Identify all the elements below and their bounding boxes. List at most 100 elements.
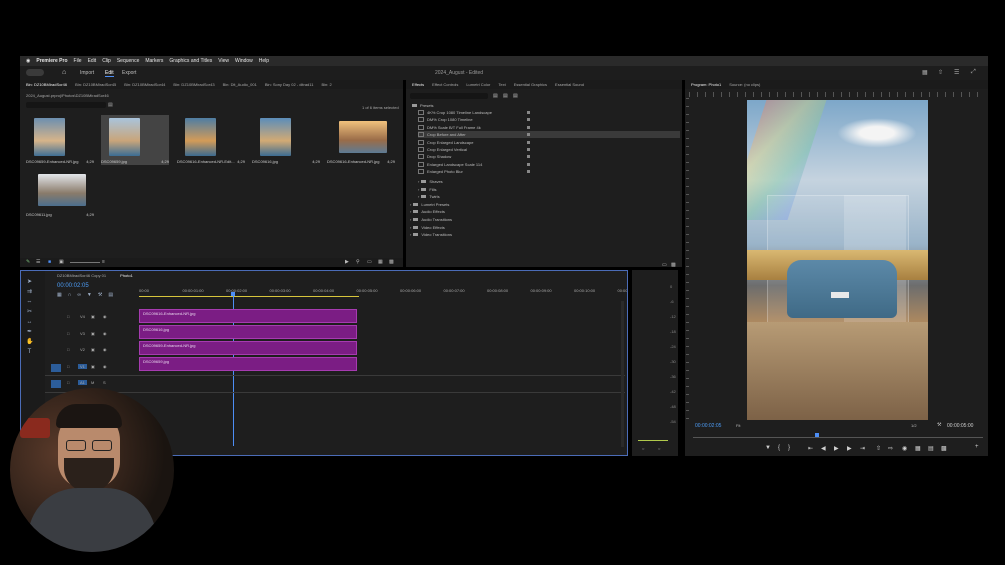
tab-effect-controls[interactable]: Effect Controls — [432, 82, 458, 87]
effects-folder[interactable]: › Audio Effects — [410, 208, 445, 215]
lift-icon[interactable]: ⇧ — [876, 445, 881, 452]
work-area-bar[interactable] — [139, 296, 359, 297]
effects-folder[interactable]: › Twirls — [418, 193, 440, 200]
step-forward-icon[interactable]: ▶ — [847, 445, 852, 452]
preset-item[interactable]: Crop Enlarged Landscape — [418, 139, 680, 146]
share-icon[interactable]: ⇧ — [938, 69, 943, 76]
tab-bin-43[interactable]: Bin: DZ10BMiradSor43 — [173, 82, 214, 87]
effects-folder[interactable]: › Video Effects — [410, 224, 445, 231]
pen-icon[interactable]: ✒ — [26, 329, 33, 336]
settings-wrench-icon[interactable]: ⚒ — [937, 422, 941, 428]
tab-bin-2[interactable]: Bin: 2 — [321, 82, 331, 87]
preset-item[interactable]: Crop Enlarged Vertical — [418, 146, 680, 153]
export-button[interactable]: Export — [122, 70, 136, 76]
project-item-selected[interactable]: DSC09659.jpg 4;29 — [101, 115, 169, 165]
tab-bin-audio[interactable]: Bin: Dlt_Audio_001 — [223, 82, 257, 87]
menu-edit[interactable]: Edit — [88, 58, 97, 64]
selection-tool-icon[interactable]: ➤ — [26, 279, 33, 286]
tab-program[interactable]: Program: Photo1 — [691, 82, 721, 87]
go-to-out-icon[interactable]: ⇥ — [860, 445, 865, 452]
program-playhead[interactable] — [815, 433, 819, 437]
comparison-view-icon[interactable]: ▦ — [915, 445, 921, 452]
preset-item[interactable]: 4K% Crop 1080 Timeline Landscape — [418, 109, 680, 116]
icon-view-icon[interactable]: ■ — [48, 259, 51, 265]
yuv-icon[interactable]: ▤ — [513, 93, 518, 99]
clip-v4[interactable]: DSC09616-Enhanced-NR.jpg — [139, 309, 357, 323]
project-search-input[interactable] — [26, 102, 106, 108]
preset-item[interactable]: Enlarged Photo Blur — [418, 168, 680, 175]
effects-trash-icon[interactable]: ▩ — [671, 262, 676, 267]
program-scrubber[interactable] — [693, 437, 983, 438]
add-marker-icon[interactable]: ▼ — [765, 445, 771, 451]
program-video-frame[interactable] — [747, 100, 928, 420]
tab-source[interactable]: Source: (no clips) — [729, 82, 760, 87]
sort-icon[interactable]: ≡ — [102, 259, 105, 265]
preset-item[interactable]: DM% Crop 1080 Timeline — [418, 116, 680, 123]
effects-folder[interactable]: › Audio Transitions — [410, 216, 452, 223]
preset-item[interactable]: Crop Before and After — [418, 131, 680, 139]
track-header[interactable]: □ V2 ▣ ◉ — [51, 344, 135, 358]
preset-item[interactable]: DM% Scale B/T Full Frame 4k — [418, 124, 680, 131]
solo-right-icon[interactable]: ○ — [658, 446, 660, 451]
menu-clip[interactable]: Clip — [102, 58, 111, 64]
export-frame-icon[interactable]: ◉ — [902, 445, 907, 452]
clip-v1[interactable]: DSC09659.jpg — [139, 357, 357, 371]
project-item[interactable]: DSC09616.jpg 4;29 — [252, 115, 320, 165]
apple-icon[interactable]: ◉ — [26, 58, 30, 64]
menu-window[interactable]: Window — [235, 58, 253, 64]
resolution-dropdown[interactable]: 1/2 — [911, 423, 917, 428]
edit-button[interactable]: Edit — [105, 70, 114, 77]
accelerated-icon[interactable]: ▤ — [493, 93, 498, 99]
freeform-view-icon[interactable]: ▣ — [59, 259, 64, 265]
timeline-scrollbar[interactable] — [621, 301, 624, 447]
clip-v3[interactable]: DSC09616.jpg — [139, 325, 357, 339]
captions-icon[interactable]: ▤ — [108, 292, 113, 298]
extract-icon[interactable]: ⇨ — [888, 445, 893, 452]
slip-icon[interactable]: ↔ — [26, 319, 33, 326]
project-item[interactable]: DSC09659-Enhanced-NR.jpg 4;29 — [26, 115, 94, 165]
fullscreen-icon[interactable]: ⤢ — [971, 69, 976, 76]
workspace-toggle[interactable] — [26, 69, 44, 76]
zoom-slider[interactable] — [70, 262, 100, 263]
hand-icon[interactable]: ✋ — [26, 339, 33, 346]
import-button[interactable]: Import — [80, 70, 94, 76]
solo-left-icon[interactable]: ○ — [642, 446, 644, 451]
tab-lumetri[interactable]: Lumetri Color — [466, 82, 490, 87]
project-item[interactable]: DSC09616-Enhanced-NR-Edit... 4;29 — [177, 115, 245, 165]
new-item-icon[interactable]: ▦ — [378, 259, 383, 265]
step-back-icon[interactable]: ◀ — [821, 445, 826, 452]
menu-app-name[interactable]: Premiere Pro — [36, 58, 67, 64]
menu-help[interactable]: Help — [259, 58, 269, 64]
track-header[interactable]: □ V1 ▣ ◉ — [51, 361, 135, 375]
tab-essential-sound[interactable]: Essential Sound — [555, 82, 584, 87]
razor-icon[interactable]: ✂ — [26, 309, 33, 316]
project-item[interactable]: DSC09616-Enhanced-NR.jpg 4;29 — [327, 115, 395, 165]
home-icon[interactable]: ⌂ — [62, 69, 66, 76]
timeline-timecode[interactable]: 00:00:02:05 — [57, 283, 89, 289]
tab-bin-sony[interactable]: Bin: Sony Day 02 - ditrad11 — [265, 82, 314, 87]
add-button-icon[interactable]: + — [975, 444, 979, 450]
menu-icon[interactable]: ☰ — [954, 69, 959, 76]
effects-folder[interactable]: › Fills — [418, 186, 436, 193]
clip-v2[interactable]: DSC09659-Enhanced-NR.jpg — [139, 341, 357, 355]
menu-view[interactable]: View — [218, 58, 229, 64]
presets-folder[interactable]: Presets — [412, 102, 434, 109]
effects-folder[interactable]: › Lumetri Presets — [410, 201, 449, 208]
program-timecode[interactable]: 00:00:02:05 — [695, 423, 721, 429]
trash-icon[interactable]: ▩ — [389, 259, 394, 265]
type-tool-icon[interactable]: T — [26, 349, 33, 356]
track-select-icon[interactable]: ⇉ — [26, 289, 33, 296]
32bit-icon[interactable]: ▤ — [503, 93, 508, 99]
tab-bin-45[interactable]: Bin: DZ10BMiradSor45 — [75, 82, 116, 87]
tab-bin-46[interactable]: Bin: DZ10BMiradSor46 — [26, 82, 67, 87]
effects-search-input[interactable] — [410, 93, 488, 99]
multicam-icon[interactable]: ▩ — [941, 445, 947, 452]
tab-bin-44[interactable]: Bin: DZ10BMiradSor44 — [124, 82, 165, 87]
marker-icon[interactable]: ▼ — [87, 292, 92, 298]
snap-icon[interactable]: ∩ — [68, 292, 72, 298]
mark-out-icon[interactable]: } — [788, 445, 790, 451]
mark-in-icon[interactable]: { — [778, 445, 780, 451]
linked-icon[interactable]: ∞ — [77, 292, 81, 298]
effects-folder[interactable]: › Shaves — [418, 178, 443, 185]
find-icon[interactable]: ⚲ — [356, 259, 360, 265]
